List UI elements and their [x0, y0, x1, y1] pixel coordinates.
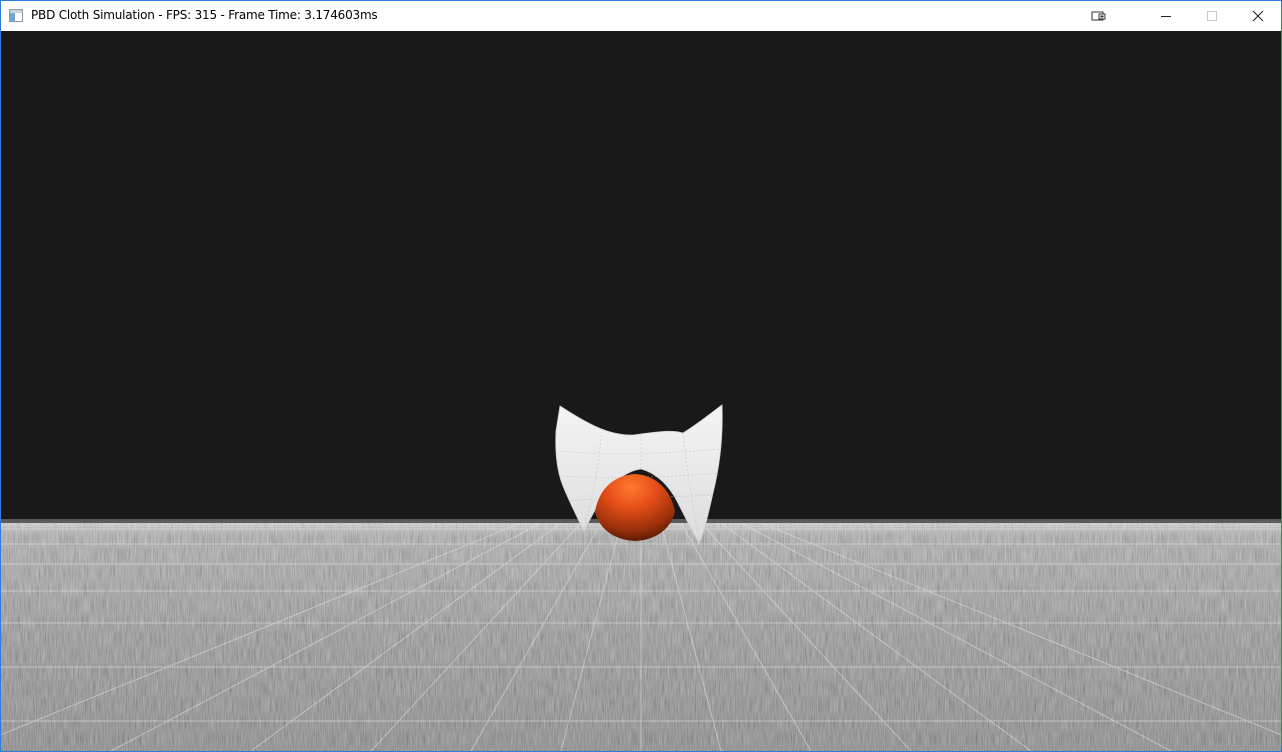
- maximize-button[interactable]: [1189, 1, 1235, 31]
- application-window-icon[interactable]: [9, 9, 23, 22]
- simulation-scene: [1, 404, 1281, 751]
- close-button[interactable]: [1235, 1, 1281, 31]
- capture-button[interactable]: [1076, 1, 1122, 31]
- title-bar[interactable]: PBD Cloth Simulation - FPS: 315 - Frame …: [1, 1, 1281, 31]
- close-icon: [1252, 10, 1264, 22]
- minimize-icon: [1161, 16, 1171, 17]
- capture-icon: [1091, 11, 1106, 21]
- floor-plane: [1, 519, 1281, 751]
- minimize-button[interactable]: [1143, 1, 1189, 31]
- render-viewport[interactable]: [1, 31, 1281, 751]
- maximize-icon: [1207, 11, 1217, 21]
- app-window: PBD Cloth Simulation - FPS: 315 - Frame …: [0, 0, 1282, 752]
- window-title: PBD Cloth Simulation - FPS: 315 - Frame …: [31, 8, 378, 22]
